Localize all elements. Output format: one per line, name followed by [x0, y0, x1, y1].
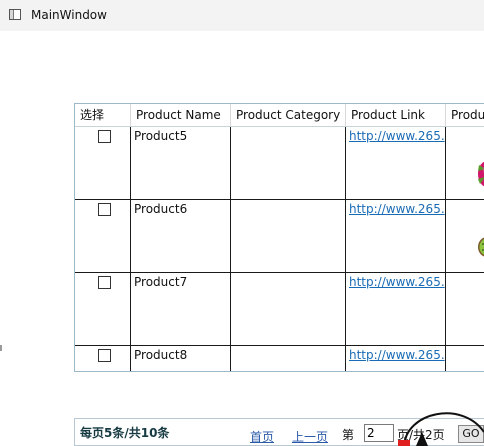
- window-icon: [9, 9, 21, 20]
- name-cell: Product8: [131, 346, 231, 371]
- image-cell: [446, 127, 484, 199]
- row-checkbox[interactable]: [98, 130, 111, 143]
- product-name: Product5: [134, 129, 188, 143]
- prev-page-link[interactable]: 上一页: [292, 428, 328, 445]
- category-cell: [231, 200, 346, 272]
- table-row[interactable]: Product6 http://www.265.: [75, 200, 484, 273]
- name-cell: Product5: [131, 127, 231, 199]
- product-data-grid[interactable]: 选择 Product Name Product Category Product…: [74, 103, 484, 372]
- page-summary: 每页5条/共10条: [80, 426, 170, 440]
- kiwi-fruit-image: [478, 237, 484, 257]
- product-name: Product7: [134, 275, 188, 289]
- row-checkbox[interactable]: [98, 203, 111, 216]
- product-name: Product8: [134, 348, 188, 362]
- product-link[interactable]: http://www.265.: [349, 275, 445, 289]
- go-button[interactable]: GO: [458, 425, 484, 443]
- name-cell: Product7: [131, 273, 231, 345]
- link-cell: http://www.265.: [346, 273, 446, 345]
- select-cell: [75, 273, 131, 345]
- left-edge-mark: [0, 345, 2, 351]
- category-cell: [231, 273, 346, 345]
- select-cell: [75, 346, 131, 371]
- title-bar: MainWindow: [0, 0, 484, 31]
- page-total-label: 页/共2页: [397, 428, 445, 442]
- table-row[interactable]: Product5 http://www.265.: [75, 127, 484, 200]
- product-link[interactable]: http://www.265.: [349, 129, 445, 143]
- page-number-input[interactable]: [364, 424, 394, 442]
- link-cell: http://www.265.: [346, 346, 446, 371]
- pitaya-fruit-image: [478, 161, 484, 187]
- window-title: MainWindow: [31, 8, 107, 22]
- product-link[interactable]: http://www.265.: [349, 348, 445, 362]
- grid-header: 选择 Product Name Product Category Product…: [75, 104, 484, 127]
- header-product-link[interactable]: Product Link: [346, 104, 446, 126]
- pager-bar: 每页5条/共10条 首页 上一页 第 页/共2页 GO: [74, 418, 484, 446]
- image-cell: [446, 200, 484, 272]
- page-prefix-label: 第: [342, 428, 355, 442]
- header-select[interactable]: 选择: [75, 104, 131, 126]
- image-cell: [446, 273, 484, 345]
- header-product-name[interactable]: Product Name: [131, 104, 231, 126]
- select-cell: [75, 127, 131, 199]
- table-row[interactable]: Product7 http://www.265.: [75, 273, 484, 346]
- link-cell: http://www.265.: [346, 127, 446, 199]
- category-cell: [231, 127, 346, 199]
- select-cell: [75, 200, 131, 272]
- name-cell: Product6: [131, 200, 231, 272]
- image-cell: [446, 346, 484, 371]
- table-row[interactable]: Product8 http://www.265.: [75, 346, 484, 371]
- first-page-link[interactable]: 首页: [250, 428, 274, 445]
- row-checkbox[interactable]: [98, 349, 111, 362]
- category-cell: [231, 346, 346, 371]
- row-checkbox[interactable]: [98, 276, 111, 289]
- header-product-category[interactable]: Product Category: [231, 104, 346, 126]
- header-product-image[interactable]: Produ: [446, 104, 484, 126]
- link-cell: http://www.265.: [346, 200, 446, 272]
- product-link[interactable]: http://www.265.: [349, 202, 445, 216]
- product-name: Product6: [134, 202, 188, 216]
